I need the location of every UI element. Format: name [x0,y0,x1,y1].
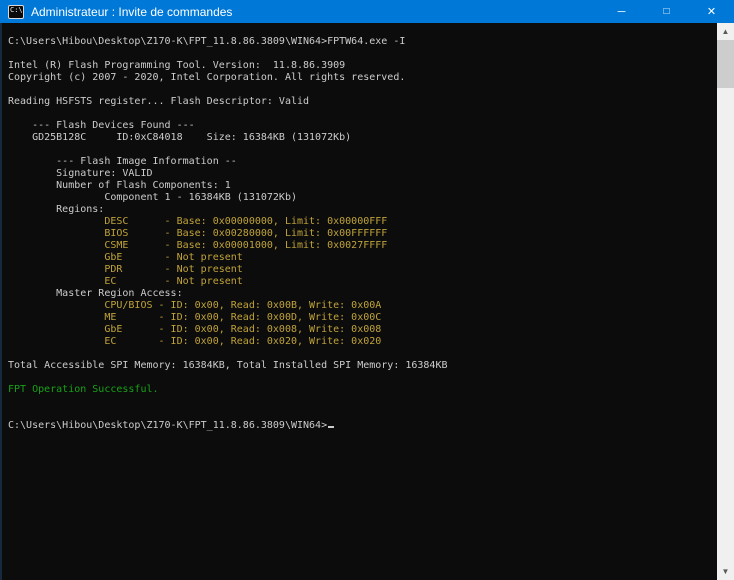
terminal-line: Reading HSFSTS register... Flash Descrip… [8,96,310,107]
scrollbar-thumb[interactable] [717,40,734,88]
terminal-line: PDR - Not present [8,264,243,275]
cmd-icon-label: C:\ [10,5,23,14]
terminal-line: CPU/BIOS - ID: 0x00, Read: 0x00B, Write:… [8,300,382,311]
terminal-line: BIOS - Base: 0x00280000, Limit: 0x00FFFF… [8,228,388,239]
terminal-window: C:\ Administrateur : Invite de commandes… [0,0,734,580]
terminal-line: EC - Not present [8,276,243,287]
terminal-line: C:\Users\Hibou\Desktop\Z170-K\FPT_11.8.8… [8,420,717,432]
terminal-line: Master Region Access: [8,288,183,299]
terminal-line: C:\Users\Hibou\Desktop\Z170-K\FPT_11.8.8… [8,36,406,47]
window-title: Administrateur : Invite de commandes [31,4,233,19]
terminal-line: --- Flash Image Information -- [8,156,237,167]
scroll-down-icon[interactable]: ▼ [717,563,734,580]
terminal-line: Regions: [8,204,105,215]
terminal-line: CSME - Base: 0x00001000, Limit: 0x0027FF… [8,240,388,251]
terminal-line: GD25B128C ID:0xC84018 Size: 16384KB (131… [8,132,352,143]
terminal-line: ME - ID: 0x00, Read: 0x00D, Write: 0x00C [8,312,382,323]
console-output[interactable]: C:\Users\Hibou\Desktop\Z170-K\FPT_11.8.8… [0,23,717,580]
terminal-line: --- Flash Devices Found --- [8,120,195,131]
minimize-button[interactable]: ─ [599,0,644,23]
close-button[interactable]: ✕ [689,0,734,23]
terminal-line: GbE - Not present [8,252,243,263]
terminal-line: Component 1 - 16384KB (131072Kb) [8,192,297,203]
scroll-up-icon[interactable]: ▲ [717,23,734,40]
terminal-line: Copyright (c) 2007 - 2020, Intel Corpora… [8,72,406,83]
text-cursor [328,426,335,428]
maximize-button[interactable]: □ [644,0,689,23]
terminal-line: Total Accessible SPI Memory: 16384KB, To… [8,360,448,371]
terminal-line: DESC - Base: 0x00000000, Limit: 0x00000F… [8,216,388,227]
terminal-line: Number of Flash Components: 1 [8,180,231,191]
terminal-line: FPT Operation Successful. [8,384,159,395]
terminal-line: Signature: VALID [8,168,153,179]
terminal-line: GbE - ID: 0x00, Read: 0x008, Write: 0x00… [8,324,382,335]
scrollbar[interactable]: ▲ ▼ [717,23,734,580]
terminal-line: Intel (R) Flash Programming Tool. Versio… [8,60,346,71]
terminal-line: EC - ID: 0x00, Read: 0x020, Write: 0x020 [8,336,382,347]
cmd-icon: C:\ [8,4,24,19]
title-bar[interactable]: C:\ Administrateur : Invite de commandes… [0,0,734,23]
window-controls: ─ □ ✕ [599,0,734,23]
